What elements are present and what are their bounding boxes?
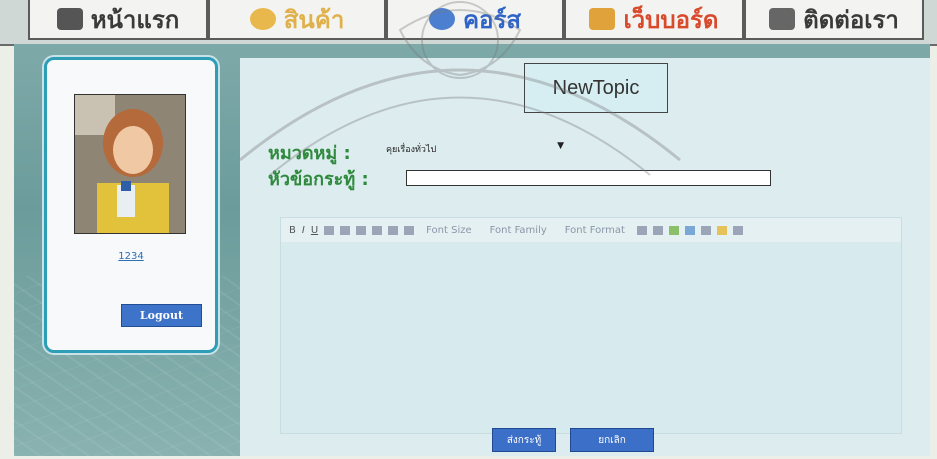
chat-icon [589, 8, 616, 30]
content-panel: NewTopic หมวดหมู่ : คุยเรื่องทั่วไป ▼ หั… [240, 58, 930, 456]
indent-icon[interactable] [652, 225, 663, 235]
smiley-icon[interactable] [716, 225, 727, 235]
avatar-image [75, 95, 185, 233]
outdent-icon[interactable] [636, 225, 647, 235]
nav-item-label: เว็บบอร์ด [623, 5, 719, 34]
italic-button[interactable]: I [302, 225, 305, 236]
cart-icon [56, 8, 83, 30]
font-format-select[interactable]: Font Format [565, 225, 625, 236]
underline-button[interactable]: U [311, 225, 318, 236]
topic-label: หัวข้อกระทู้ : [268, 169, 369, 190]
link-icon[interactable] [684, 225, 695, 235]
nav-item-label: คอร์ส [462, 5, 521, 34]
nav-item-contact[interactable]: ติดต่อเรา [744, 0, 924, 40]
rich-text-editor[interactable]: B I U Font Size Font Family Font Format [280, 217, 902, 434]
profile-card: 1234 Logout [44, 57, 218, 353]
align-left-icon[interactable] [324, 225, 335, 235]
unlink-icon[interactable] [700, 225, 711, 235]
image-icon[interactable] [668, 225, 679, 235]
category-select[interactable]: คุยเรื่องทั่วไป ▼ [386, 141, 564, 157]
bullet-list-icon[interactable] [388, 225, 399, 235]
numbered-list-icon[interactable] [404, 225, 415, 235]
font-size-select[interactable]: Font Size [426, 225, 471, 236]
nav-item-label: สินค้า [283, 5, 345, 34]
coin-icon [249, 8, 276, 30]
logout-button[interactable]: Logout [121, 304, 202, 327]
nav-item-label: ติดต่อเรา [803, 5, 899, 34]
align-right-icon[interactable] [356, 225, 367, 235]
chevron-down-icon: ▼ [557, 141, 564, 151]
font-family-select[interactable]: Font Family [490, 225, 547, 236]
main-stage: 1234 Logout NewTopic หมวดหมู่ : คุยเรื่อ… [14, 44, 930, 456]
globe-icon [428, 8, 455, 30]
cancel-button[interactable]: ยกเลิก [570, 428, 654, 452]
avatar [74, 94, 186, 234]
nav-item-label: หน้าแรก [90, 5, 180, 34]
category-label: หมวดหมู่ : [268, 143, 351, 164]
align-center-icon[interactable] [340, 225, 351, 235]
nav-item-course[interactable]: คอร์ส [386, 0, 564, 40]
nav-item-webboard[interactable]: เว็บบอร์ด [564, 0, 744, 40]
nav-item-home[interactable]: หน้าแรก [28, 0, 208, 40]
top-navigation: หน้าแรก สินค้า คอร์ส เว็บบอร์ด ติดต่อเรา [0, 0, 937, 46]
submit-button[interactable]: ส่งกระทู้ [492, 428, 556, 452]
page-title: NewTopic [524, 63, 668, 113]
html-icon[interactable] [732, 225, 743, 235]
username-link[interactable]: 1234 [47, 251, 215, 262]
nav-item-products[interactable]: สินค้า [208, 0, 386, 40]
computer-icon [769, 8, 796, 30]
topic-input[interactable] [406, 170, 771, 186]
editor-toolbar: B I U Font Size Font Family Font Format [281, 218, 901, 242]
align-justify-icon[interactable] [372, 225, 383, 235]
bold-button[interactable]: B [289, 225, 296, 236]
category-selected-value: คุยเรื่องทั่วไป [386, 145, 437, 155]
